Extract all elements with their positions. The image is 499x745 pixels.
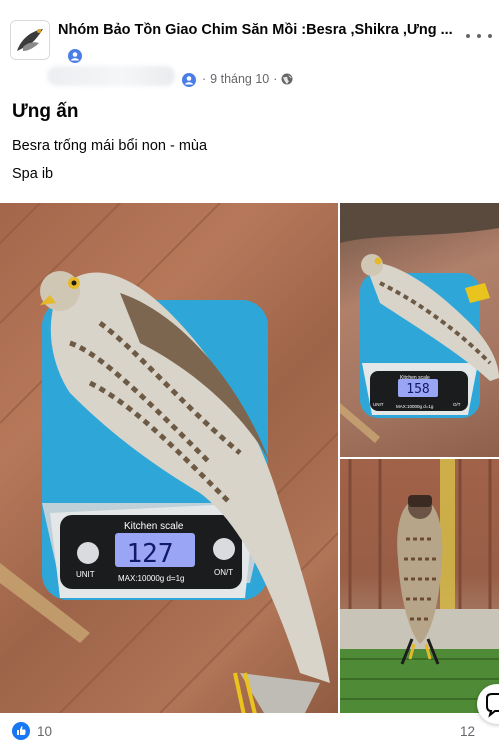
scale-reading-small: 158	[406, 382, 429, 397]
meta-separator: ·	[273, 72, 278, 86]
scale-brand: Kitchen scale	[124, 521, 184, 532]
scale-reading: 127	[127, 539, 174, 569]
post-header: Nhóm Bảo Tồn Giao Chim Săn Mồi :Besra ,S…	[0, 0, 499, 100]
author-name-redacted[interactable]	[47, 66, 175, 86]
falcon-hood	[408, 495, 432, 507]
scale-brand-small: Kitchen scale	[400, 375, 430, 381]
photo-bird-standing[interactable]	[340, 459, 499, 713]
bird-logo-icon	[11, 21, 49, 59]
member-badge-icon	[182, 73, 196, 87]
more-dot	[477, 34, 481, 38]
scale-unit-label-small: UNIT	[373, 402, 384, 407]
scale-unit-label: UNIT	[76, 570, 95, 579]
comment-count[interactable]: 12	[460, 724, 475, 739]
unit-button-icon	[77, 542, 99, 564]
power-button-icon	[213, 538, 235, 560]
group-avatar[interactable]	[10, 20, 50, 60]
like-count[interactable]: 10	[37, 724, 52, 739]
scale-capacity: MAX:10000g d=1g	[118, 574, 185, 583]
post-title: Ưng ấn	[12, 101, 79, 122]
globe-icon[interactable]	[281, 73, 293, 85]
group-member-icon	[68, 49, 82, 63]
chat-icon-glyph	[486, 693, 499, 718]
author-avatar[interactable]	[16, 64, 48, 96]
scale-onoff-label: ON/T	[214, 568, 233, 577]
scale-onoff-label-small: O/T	[453, 402, 461, 407]
scale-capacity-small: MAX:10000g d=1g	[396, 404, 434, 409]
photo-illustration: 158 Kitchen scale MAX:10000g d=1g UNIT O…	[340, 203, 499, 443]
post-body-line: Besra trống mái bổi non - mùa	[12, 138, 208, 154]
meta-separator: ·	[202, 72, 207, 86]
chat-bubble-icon[interactable]	[477, 684, 499, 724]
more-options-button[interactable]	[466, 26, 492, 46]
post-meta: · 9 tháng 10 ·	[202, 72, 293, 86]
more-dot	[466, 34, 470, 38]
post-body-line: Spa ib	[12, 166, 54, 182]
photo-bird-on-scale-2[interactable]: 158 Kitchen scale MAX:10000g d=1g UNIT O…	[340, 203, 499, 457]
photo-grid: Kitchen scale 127 UNIT ON/T MAX:10000g d…	[0, 203, 499, 713]
photo-illustration	[340, 459, 499, 713]
thumbs-up-icon	[17, 726, 26, 735]
group-name[interactable]: Nhóm Bảo Tồn Giao Chim Săn Mồi :Besra ,S…	[58, 22, 453, 38]
more-dot	[488, 34, 492, 38]
photo-bird-on-scale[interactable]: Kitchen scale 127 UNIT ON/T MAX:10000g d…	[0, 203, 338, 713]
photo-illustration: Kitchen scale 127 UNIT ON/T MAX:10000g d…	[0, 203, 338, 713]
post-date[interactable]: 9 tháng 10	[210, 72, 269, 86]
reaction-bar: 10 12	[0, 716, 499, 744]
like-reaction-icon[interactable]	[12, 722, 30, 740]
